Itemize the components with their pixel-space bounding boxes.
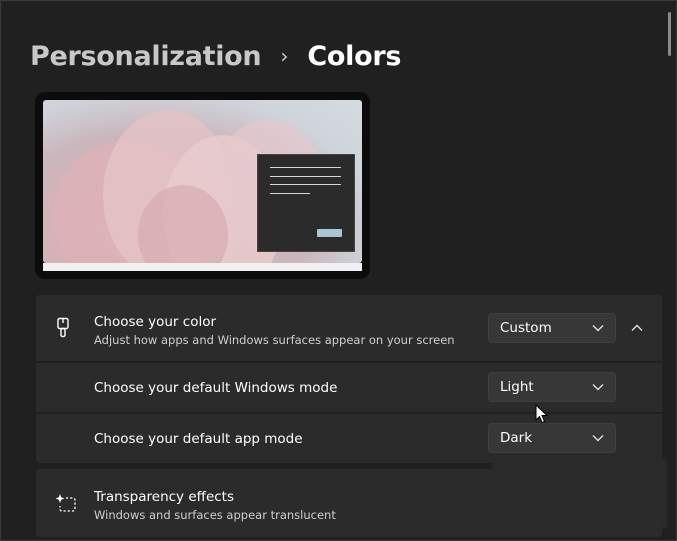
mouse-cursor-icon: [535, 404, 549, 424]
chevron-down-icon: [592, 435, 604, 442]
color-mode-dropdown[interactable]: Custom: [488, 313, 616, 343]
choose-color-title: Choose your color: [94, 314, 217, 330]
app-mode-dropdown[interactable]: Dark: [488, 423, 616, 453]
page-title: Colors: [307, 40, 402, 72]
breadcrumb-parent-link[interactable]: Personalization: [30, 41, 262, 72]
preview-accent-button: [317, 229, 342, 237]
breadcrumb: Personalization › Colors: [30, 36, 401, 76]
preview-window: [257, 154, 355, 252]
transparency-title: Transparency effects: [94, 489, 234, 505]
theme-preview: [35, 92, 370, 279]
paintbrush-icon: [57, 317, 69, 338]
app-mode-value: Dark: [500, 430, 533, 446]
redacted-toggle-area: [492, 458, 667, 528]
windows-mode-title: Choose your default Windows mode: [94, 380, 338, 396]
choose-color-card: Choose your color Adjust how apps and Wi…: [36, 295, 662, 361]
collapse-button[interactable]: [622, 313, 652, 343]
chevron-up-icon: [631, 324, 643, 331]
preview-taskbar: [43, 263, 362, 271]
windows-mode-value: Light: [500, 379, 534, 395]
app-mode-title: Choose your default app mode: [94, 431, 303, 447]
chevron-down-icon: [592, 384, 604, 391]
windows-mode-dropdown[interactable]: Light: [488, 372, 616, 402]
breadcrumb-separator-icon: ›: [280, 44, 289, 68]
windows-mode-row: Choose your default Windows mode Light: [36, 363, 662, 412]
transparency-description: Windows and surfaces appear translucent: [94, 508, 336, 522]
color-mode-value: Custom: [500, 320, 552, 336]
app-mode-row: Choose your default app mode Dark: [36, 414, 662, 463]
sparkle-icon: [55, 494, 76, 512]
scrollbar-thumb[interactable]: [668, 12, 671, 56]
chevron-down-icon: [592, 325, 604, 332]
choose-color-description: Adjust how apps and Windows surfaces app…: [94, 333, 455, 347]
